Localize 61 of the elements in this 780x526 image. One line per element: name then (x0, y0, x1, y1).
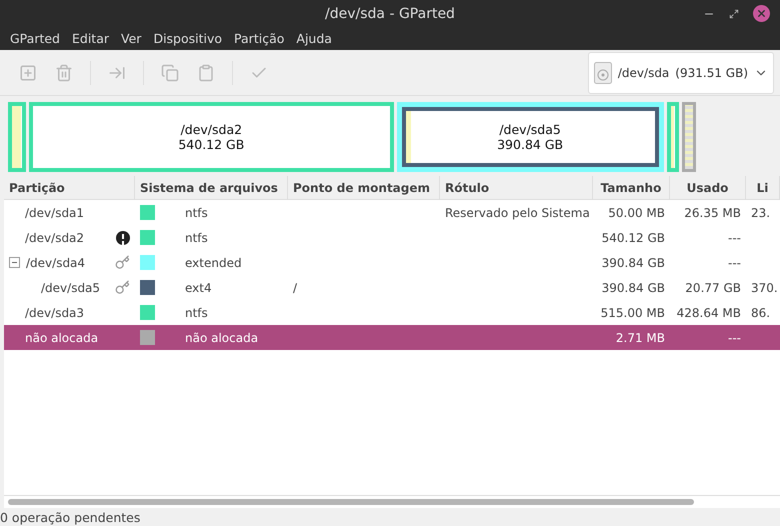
used-text: --- (728, 330, 741, 344)
filesystem-text: ext4 (185, 280, 212, 294)
filesystem-text: ntfs (185, 306, 208, 320)
column-header[interactable]: Usado (670, 176, 746, 199)
partition-size: 540.12 GB (178, 137, 244, 152)
partition-name: /dev/sda2 (25, 230, 84, 244)
partition-name: /dev/sda1 (25, 206, 84, 220)
used-text: 20.77 GB (685, 280, 741, 294)
mount-point-text: / (293, 280, 298, 294)
column-header[interactable]: Partição (4, 176, 135, 199)
used-text: --- (728, 256, 741, 270)
partition-name: não alocada (25, 330, 98, 344)
collapse-icon[interactable] (9, 257, 20, 268)
used-text: 428.64 MB (676, 306, 741, 320)
partition-name: /dev/sda5 (41, 280, 100, 294)
size-text: 515.00 MB (600, 306, 665, 320)
close-icon (756, 8, 767, 19)
size-text: 540.12 GB (602, 230, 665, 244)
close-button[interactable] (753, 5, 770, 22)
partition-name: /dev/sda5 (499, 122, 561, 137)
filesystem-text: ntfs (185, 230, 208, 244)
partition-block[interactable] (666, 102, 679, 172)
partition-row[interactable]: não alocada não alocada 2.71 MB --- (4, 325, 780, 350)
size-text: 390.84 GB (602, 256, 665, 270)
filesystem-text: ntfs (185, 206, 208, 220)
scrollbar-thumb[interactable] (8, 499, 694, 505)
partition-size: 390.84 GB (497, 137, 564, 152)
filesystem-text: extended (185, 256, 242, 270)
partition-block[interactable]: /dev/sda2 540.12 GB (28, 102, 394, 172)
menu-item[interactable]: Editar (66, 31, 116, 46)
unused-text: 23. (751, 206, 770, 220)
menu-item[interactable]: Partição (228, 31, 290, 46)
window-title: /dev/sda - GParted (325, 6, 455, 22)
menu-item[interactable]: GParted (4, 31, 66, 46)
status-text: 0 operação pendentes (0, 508, 142, 526)
label-text: Reservado pelo Sistema (445, 206, 590, 220)
partition-block[interactable] (8, 102, 26, 172)
filesystem-text: não alocada (185, 330, 258, 344)
size-text: 2.71 MB (616, 330, 665, 344)
used-text: 26.35 MB (684, 206, 741, 220)
partition-name: /dev/sda3 (25, 306, 84, 320)
size-text: 390.84 GB (602, 280, 665, 294)
maximize-icon[interactable] (729, 8, 739, 18)
unused-text: 86. (751, 306, 770, 320)
menu-item[interactable]: Ver (115, 31, 148, 46)
device-selector[interactable]: /dev/sda (931.51 GB) (588, 52, 774, 94)
column-header[interactable]: Li (746, 176, 780, 199)
size-text: 50.00 MB (608, 206, 665, 220)
used-text: --- (728, 230, 741, 244)
device-name: /dev/sda (618, 66, 670, 80)
column-header[interactable]: Ponto de montagem (288, 176, 440, 199)
column-header[interactable]: Sistema de arquivos (135, 176, 288, 199)
unallocated-block[interactable] (682, 102, 696, 172)
menu-item[interactable]: Ajuda (290, 31, 338, 46)
partition-name: /dev/sda4 (26, 256, 86, 270)
column-header[interactable]: Rótulo (440, 176, 593, 199)
unused-text: 370. (751, 280, 778, 294)
partition-name: /dev/sda2 (180, 122, 242, 137)
column-header[interactable]: Tamanho (593, 176, 670, 199)
menu-item[interactable]: Dispositivo (147, 31, 228, 46)
device-size: (931.51 GB) (675, 66, 748, 80)
